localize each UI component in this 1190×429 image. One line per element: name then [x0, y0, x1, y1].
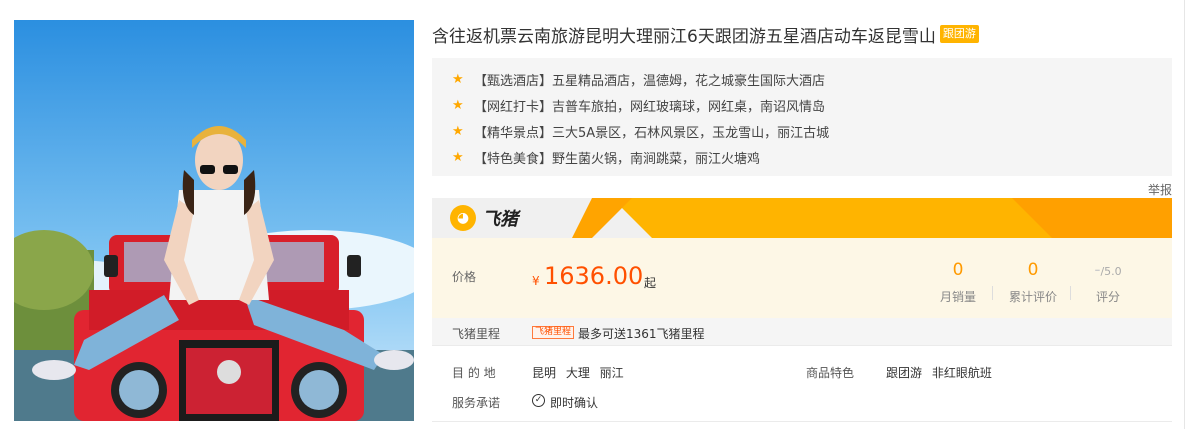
pig-logo-icon: ◕	[450, 205, 476, 231]
price-box: 价格 ¥ 1636.00 起 0 月销量 0 累计评价 -/5.0 评分	[432, 238, 1172, 318]
monthly-sales-stat: 0 月销量	[928, 260, 988, 305]
service-label: 服务承诺	[452, 396, 501, 410]
star-icon: ★	[452, 123, 464, 139]
feature-value: 跟团游 非红眼航班	[886, 366, 992, 380]
feature-text: 【网红打卡】吉普车旅拍，网红玻璃球，网红桌，南诏风情岛	[474, 99, 826, 115]
reviews-value: 0	[1027, 260, 1039, 280]
destination-label: 目 的 地	[452, 366, 496, 380]
service-value: 即时确认	[550, 396, 599, 410]
mileage-row: 飞猪里程 飞猪里程 最多可送1361飞猪里程	[432, 318, 1172, 346]
mileage-tag: 飞猪里程	[532, 326, 575, 339]
destination-value: 昆明 大理 丽江	[532, 366, 624, 380]
star-icon: ★	[452, 71, 464, 87]
check-circle-icon: ✓	[532, 394, 545, 407]
feature-item: ★ 【甄选酒店】五星精品酒店，温德姆，花之城豪生国际大酒店	[452, 66, 1172, 92]
mileage-label: 飞猪里程	[452, 327, 501, 341]
feature-item: ★ 【精华景点】三大5A景区，石林风景区，玉龙雪山，丽江古城	[452, 118, 1172, 144]
rating-label: 评分	[1095, 290, 1120, 304]
report-link[interactable]: 举报	[1148, 181, 1172, 198]
price-suffix: 起	[644, 276, 657, 290]
reviews-stat[interactable]: 0 累计评价	[1003, 260, 1063, 305]
price-amount: 1636.00	[544, 262, 644, 290]
title-row: 含往返机票云南旅游昆明大理丽江6天跟团游五星酒店动车返昆雪山 跟团游	[432, 22, 979, 47]
rating-value: -/5.0	[1078, 260, 1138, 284]
photo-illustration	[14, 20, 414, 421]
stat-divider	[992, 286, 993, 300]
tour-type-badge: 跟团游	[939, 25, 979, 43]
feature-label: 商品特色	[806, 366, 855, 380]
feature-text: 【精华景点】三大5A景区，石林风景区，玉龙雪山，丽江古城	[474, 125, 830, 141]
monthly-sales-label: 月销量	[939, 290, 976, 304]
currency-symbol: ¥	[532, 274, 540, 288]
price-label: 价格	[452, 270, 477, 284]
product-title[interactable]: 含往返机票云南旅游昆明大理丽江6天跟团游五星酒店动车返昆雪山	[432, 22, 936, 47]
reviews-label: 累计评价	[1008, 290, 1057, 304]
brand-name: 飞猪	[482, 209, 518, 230]
monthly-sales-value: 0	[952, 260, 964, 280]
right-border	[1184, 0, 1185, 429]
star-icon: ★	[452, 97, 464, 113]
feature-item: ★ 【特色美食】野生菌火锅，南涧跳菜，丽江火塘鸡	[452, 144, 1172, 170]
feature-item: ★ 【网红打卡】吉普车旅拍，网红玻璃球，网红桌，南诏风情岛	[452, 92, 1172, 118]
brand-banner: ◕ 飞猪	[432, 198, 1172, 238]
brand-logo[interactable]: ◕ 飞猪	[450, 205, 518, 231]
rating-stat: -/5.0 评分	[1078, 260, 1138, 305]
bottom-divider	[432, 421, 1172, 422]
feature-text: 【特色美食】野生菌火锅，南涧跳菜，丽江火塘鸡	[474, 151, 761, 167]
product-photo[interactable]	[14, 20, 414, 421]
feature-text: 【甄选酒店】五星精品酒店，温德姆，花之城豪生国际大酒店	[474, 73, 826, 89]
star-icon: ★	[452, 149, 464, 165]
stat-divider	[1070, 286, 1071, 300]
mileage-text: 最多可送1361飞猪里程	[578, 327, 705, 341]
banner-stripes	[572, 198, 1172, 238]
feature-highlights: ★ 【甄选酒店】五星精品酒店，温德姆，花之城豪生国际大酒店 ★ 【网红打卡】吉普…	[432, 58, 1172, 176]
rating-max: /5.0	[1100, 265, 1122, 278]
